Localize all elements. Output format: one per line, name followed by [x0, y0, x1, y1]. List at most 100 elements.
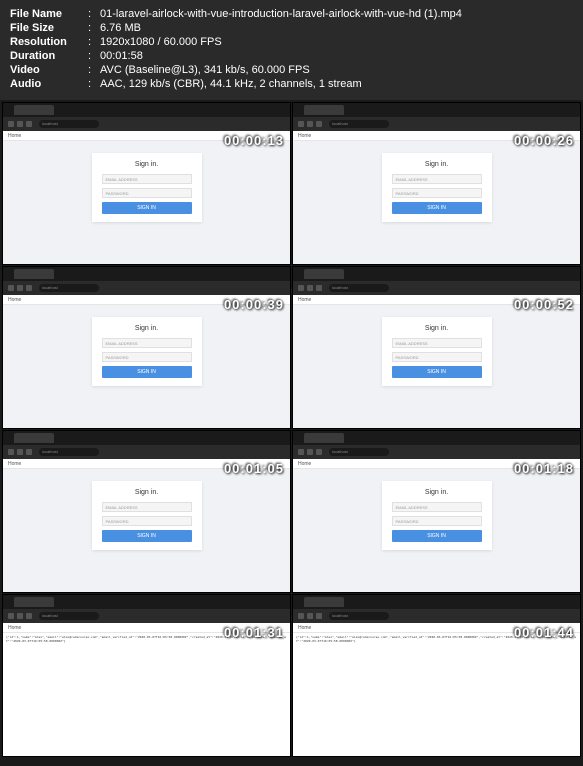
timestamp: 00:00:13 [224, 133, 284, 148]
info-row-video: Video : AVC (Baseline@L3), 341 kb/s, 60.… [10, 64, 573, 76]
info-separator: : [88, 64, 100, 76]
thumbnail-1[interactable]: localhost Home Sign in. EMAIL ADDRESS PA… [2, 102, 291, 265]
timestamp: 00:01:05 [224, 461, 284, 476]
signin-card: Sign in. EMAIL ADDRESS PASSWORD SIGN IN [382, 481, 492, 550]
signin-area: Sign in. EMAIL ADDRESS PASSWORD SIGN IN [293, 469, 580, 592]
thumbnail-4[interactable]: localhost Home Sign in. EMAIL ADDRESS PA… [292, 266, 581, 429]
info-value: 00:01:58 [100, 50, 573, 62]
timestamp: 00:00:39 [224, 297, 284, 312]
info-separator: : [88, 36, 100, 48]
info-label: Duration [10, 50, 88, 62]
info-label: File Size [10, 22, 88, 34]
url-field: localhost [39, 284, 99, 292]
reload-icon [316, 449, 322, 455]
back-icon [298, 285, 304, 291]
info-row-audio: Audio : AAC, 129 kb/s (CBR), 44.1 kHz, 2… [10, 78, 573, 90]
info-separator: : [88, 8, 100, 20]
info-value: 01-laravel-airlock-with-vue-introduction… [100, 8, 573, 20]
browser-chrome: localhost [3, 103, 290, 131]
tab-bar [293, 595, 580, 609]
signin-button: SIGN IN [102, 202, 192, 214]
browser-tab [304, 597, 344, 607]
email-field: EMAIL ADDRESS [392, 502, 482, 512]
signin-title: Sign in. [392, 161, 482, 168]
reload-icon [316, 613, 322, 619]
signin-card: Sign in. EMAIL ADDRESS PASSWORD SIGN IN [92, 317, 202, 386]
password-field: PASSWORD [392, 516, 482, 526]
back-icon [8, 449, 14, 455]
tab-bar [3, 103, 290, 117]
password-field: PASSWORD [102, 352, 192, 362]
info-row-filename: File Name : 01-laravel-airlock-with-vue-… [10, 8, 573, 20]
url-bar: localhost [293, 281, 580, 295]
password-field: PASSWORD [102, 188, 192, 198]
signin-title: Sign in. [102, 161, 192, 168]
back-icon [8, 285, 14, 291]
timestamp: 00:00:26 [514, 133, 574, 148]
forward-icon [307, 613, 313, 619]
browser-tab [14, 269, 54, 279]
timestamp: 00:01:31 [224, 625, 284, 640]
thumbnail-7[interactable]: localhost Home {"id":1,"name":"Alex","em… [2, 594, 291, 757]
password-field: PASSWORD [102, 516, 192, 526]
url-field: localhost [329, 612, 389, 620]
url-field: localhost [329, 284, 389, 292]
thumbnail-6[interactable]: localhost Home Sign in. EMAIL ADDRESS PA… [292, 430, 581, 593]
tab-bar [293, 431, 580, 445]
info-row-filesize: File Size : 6.76 MB [10, 22, 573, 34]
url-field: localhost [329, 120, 389, 128]
info-row-resolution: Resolution : 1920x1080 / 60.000 FPS [10, 36, 573, 48]
email-field: EMAIL ADDRESS [392, 338, 482, 348]
email-field: EMAIL ADDRESS [102, 174, 192, 184]
thumbnail-5[interactable]: localhost Home Sign in. EMAIL ADDRESS PA… [2, 430, 291, 593]
back-icon [298, 121, 304, 127]
tab-bar [3, 595, 290, 609]
url-bar: localhost [293, 445, 580, 459]
browser-chrome: localhost [293, 103, 580, 131]
reload-icon [316, 121, 322, 127]
back-icon [298, 449, 304, 455]
info-value: 6.76 MB [100, 22, 573, 34]
thumbnail-8[interactable]: localhost Home {"id":1,"name":"Alex","em… [292, 594, 581, 757]
info-value: AAC, 129 kb/s (CBR), 44.1 kHz, 2 channel… [100, 78, 573, 90]
email-field: EMAIL ADDRESS [392, 174, 482, 184]
signin-card: Sign in. EMAIL ADDRESS PASSWORD SIGN IN [382, 317, 492, 386]
back-icon [8, 121, 14, 127]
browser-chrome: localhost [3, 267, 290, 295]
reload-icon [26, 285, 32, 291]
signin-area: Sign in. EMAIL ADDRESS PASSWORD SIGN IN [3, 305, 290, 428]
url-field: localhost [39, 448, 99, 456]
browser-chrome: localhost [3, 595, 290, 623]
signin-button: SIGN IN [392, 366, 482, 378]
signin-card: Sign in. EMAIL ADDRESS PASSWORD SIGN IN [92, 153, 202, 222]
password-field: PASSWORD [392, 188, 482, 198]
json-output: {"id":1,"name":"Alex","email":"alex@code… [293, 633, 580, 756]
signin-area: Sign in. EMAIL ADDRESS PASSWORD SIGN IN [3, 141, 290, 264]
signin-area: Sign in. EMAIL ADDRESS PASSWORD SIGN IN [293, 141, 580, 264]
info-separator: : [88, 22, 100, 34]
back-icon [298, 613, 304, 619]
info-label: Audio [10, 78, 88, 90]
url-bar: localhost [3, 609, 290, 623]
url-bar: localhost [3, 445, 290, 459]
info-label: Video [10, 64, 88, 76]
password-field: PASSWORD [392, 352, 482, 362]
timestamp: 00:00:52 [514, 297, 574, 312]
email-field: EMAIL ADDRESS [102, 502, 192, 512]
thumbnail-3[interactable]: localhost Home Sign in. EMAIL ADDRESS PA… [2, 266, 291, 429]
signin-title: Sign in. [102, 325, 192, 332]
signin-title: Sign in. [392, 325, 482, 332]
browser-tab [14, 105, 54, 115]
info-label: File Name [10, 8, 88, 20]
info-value: AVC (Baseline@L3), 341 kb/s, 60.000 FPS [100, 64, 573, 76]
signin-button: SIGN IN [392, 202, 482, 214]
info-separator: : [88, 50, 100, 62]
tab-bar [293, 267, 580, 281]
signin-title: Sign in. [392, 489, 482, 496]
reload-icon [316, 285, 322, 291]
browser-chrome: localhost [293, 595, 580, 623]
thumbnail-2[interactable]: localhost Home Sign in. EMAIL ADDRESS PA… [292, 102, 581, 265]
json-output: {"id":1,"name":"Alex","email":"alex@code… [3, 633, 290, 756]
info-label: Resolution [10, 36, 88, 48]
timestamp: 00:01:18 [514, 461, 574, 476]
